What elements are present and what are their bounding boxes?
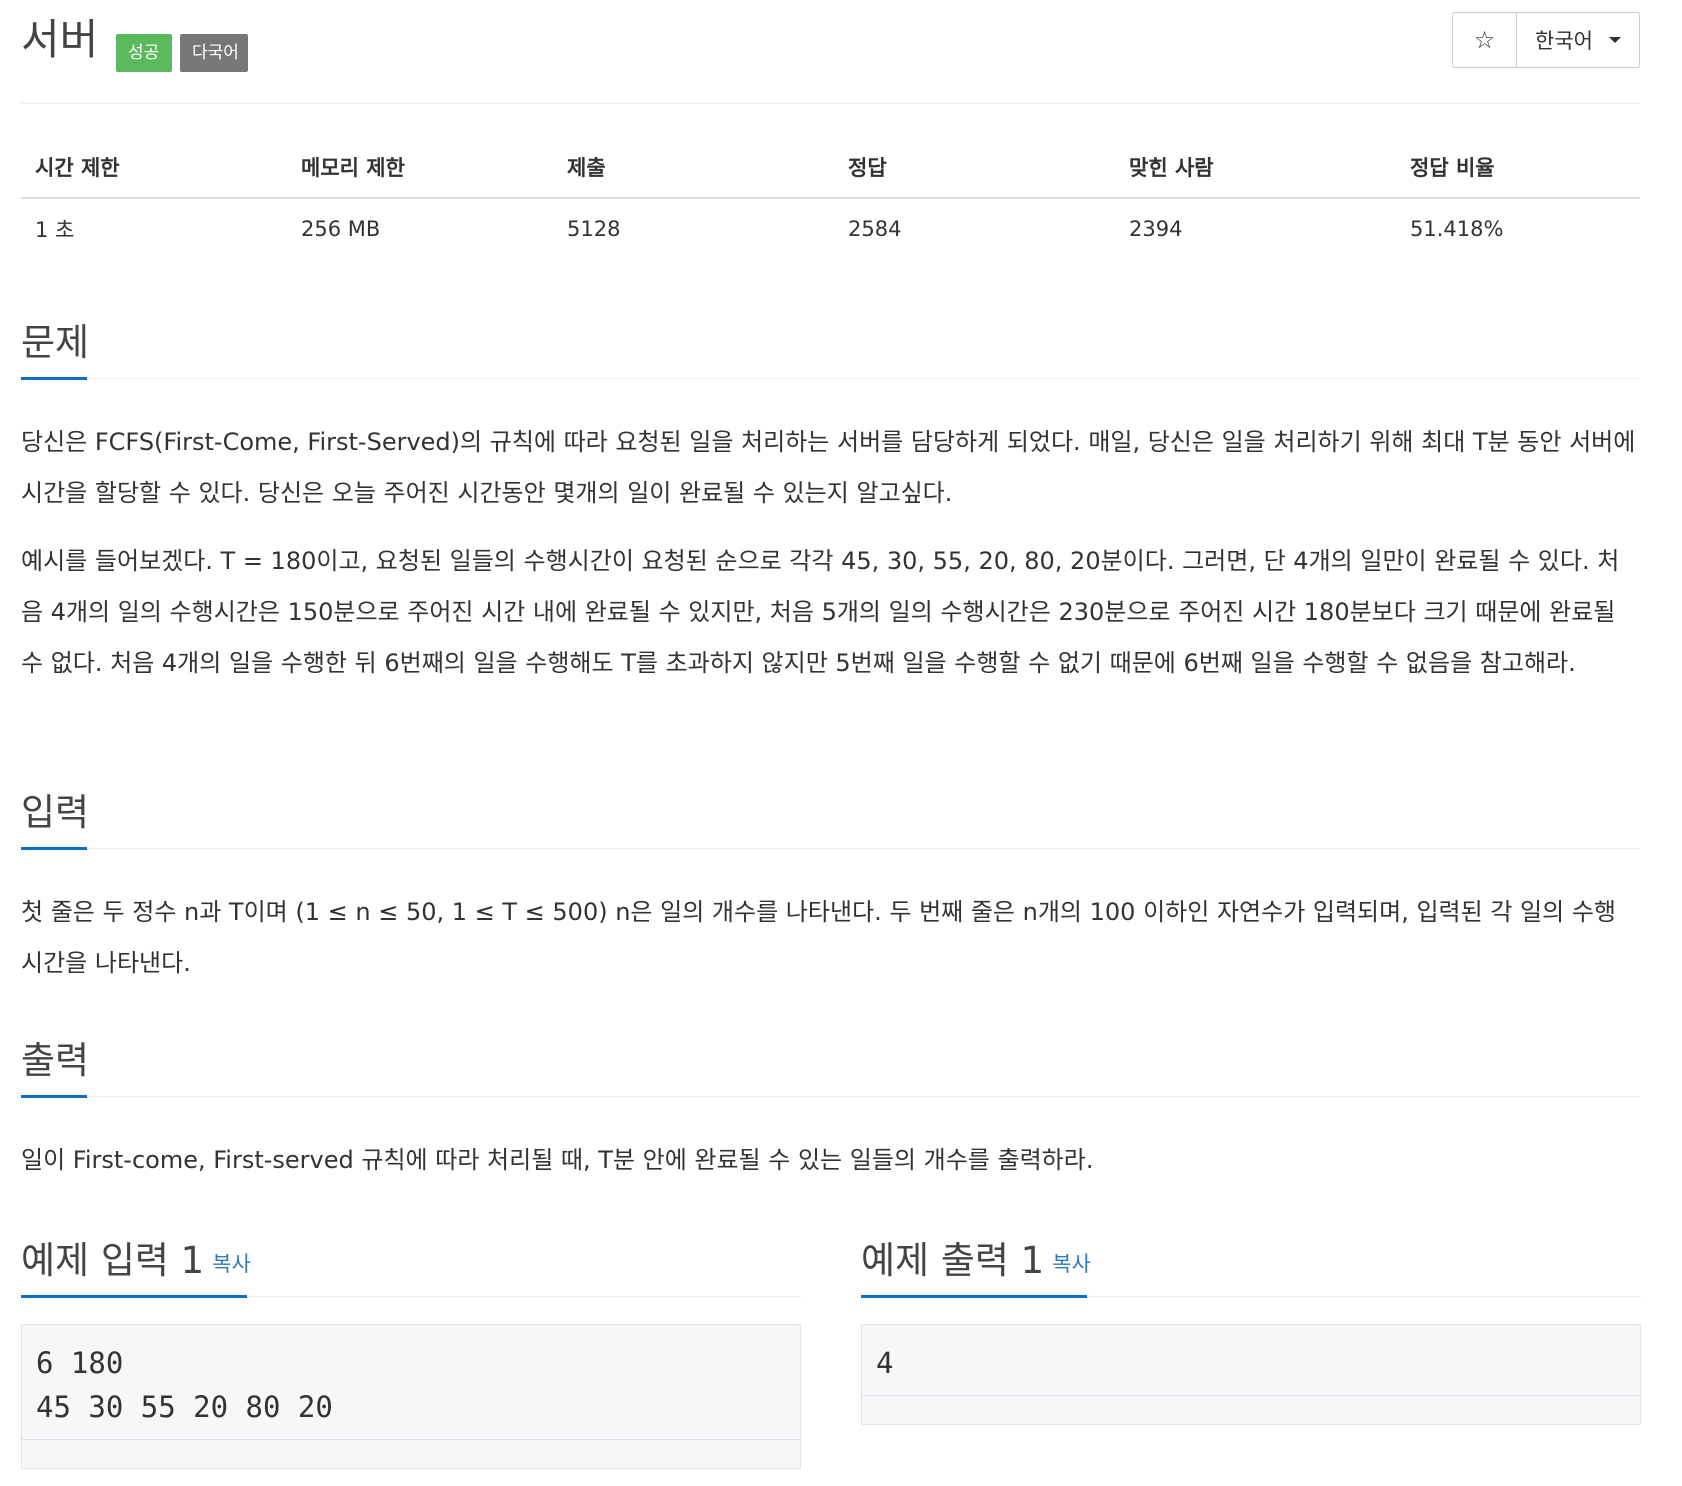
- headline-underline: [21, 1295, 247, 1298]
- output-description: 일이 First-come, First-served 규칙에 따라 처리될 때…: [21, 1146, 1094, 1174]
- language-select-value: 한국어: [1535, 29, 1593, 53]
- headline-underline: [21, 847, 87, 850]
- section-output: 출력 일이 First-come, First-served 규칙에 따라 처리…: [21, 1036, 1640, 1186]
- description-body: 당신은 FCFS(First-Come, First-Served)의 규칙에 …: [21, 417, 1640, 689]
- column-header: 정답 비율: [1396, 137, 1640, 199]
- column-header: 정답: [834, 137, 1115, 199]
- description-paragraph: 당신은 FCFS(First-Come, First-Served)의 규칙에 …: [21, 428, 1636, 507]
- time-limit-cell: 1 초: [35, 218, 75, 242]
- input-description: 첫 줄은 두 정수 n과 T이며 (1 ≤ n ≤ 50, 1 ≤ T ≤ 50…: [21, 898, 1617, 977]
- copy-sample-input-link[interactable]: 복사: [212, 1252, 251, 1276]
- caret-down-icon: [1608, 37, 1621, 43]
- sample-output-box: 4: [861, 1324, 1641, 1425]
- star-icon: ☆: [1473, 26, 1496, 54]
- table-header-row: 시간 제한 메모리 제한 제출 정답 맞힌 사람 정답 비율: [21, 137, 1640, 199]
- section-headline: 문제: [21, 318, 1640, 380]
- divider: [21, 103, 1640, 104]
- column-header: 시간 제한: [21, 137, 287, 199]
- sample-output-data: 4: [876, 1346, 894, 1380]
- header-button-group: ☆ 한국어: [1452, 12, 1640, 68]
- language-dropdown[interactable]: 한국어: [1517, 12, 1640, 68]
- sample-input-section: 예제 입력 1 복사 6 180 45 30 55 20 80 20: [21, 1220, 801, 1469]
- sample-input-box: 6 180 45 30 55 20 80 20: [21, 1324, 801, 1469]
- sample-input-title: 예제 입력 1: [21, 1239, 205, 1282]
- section-headline: 입력: [21, 788, 1640, 850]
- headline-underline: [21, 1095, 87, 1098]
- sample-output-section: 예제 출력 1 복사 4: [861, 1220, 1641, 1425]
- section-title: 문제: [21, 321, 90, 364]
- description-paragraph: 예시를 들어보겠다. T = 180이고, 요청된 일들의 수행시간이 요청된 …: [21, 547, 1620, 677]
- section-description: 문제 당신은 FCFS(First-Come, First-Served)의 규…: [21, 318, 1640, 689]
- section-title: 출력: [21, 1039, 90, 1082]
- column-header: 제출: [553, 137, 834, 199]
- badge-multilang: 다국어: [180, 34, 248, 72]
- memory-limit-cell: 256 MB: [301, 217, 381, 241]
- favorite-button[interactable]: ☆: [1452, 12, 1517, 68]
- section-headline: 출력: [21, 1036, 1640, 1098]
- page-title: 서버: [21, 15, 99, 64]
- section-headline: 예제 출력 1 복사: [861, 1220, 1641, 1298]
- section-title: 예제 입력 1 복사: [21, 1230, 251, 1284]
- status-badge-success: 성공: [116, 34, 172, 72]
- submissions-cell: 5128: [567, 217, 621, 241]
- headline-underline: [861, 1295, 1087, 1298]
- table-row: 1 초 256 MB 5128 2584 2394 51.418%: [21, 198, 1640, 259]
- column-header: 메모리 제한: [287, 137, 553, 199]
- sample-input-data: 6 180 45 30 55 20 80 20: [36, 1346, 333, 1424]
- sample-output-title: 예제 출력 1: [861, 1239, 1045, 1282]
- copy-sample-output-link[interactable]: 복사: [1052, 1252, 1091, 1276]
- column-header: 맞힌 사람: [1115, 137, 1396, 199]
- sample-box-footer: [862, 1395, 1640, 1424]
- sample-box-footer: [22, 1439, 800, 1468]
- accept-ratio-cell: 51.418%: [1410, 217, 1504, 241]
- section-title: 입력: [21, 791, 90, 834]
- accepted-cell: 2584: [848, 217, 902, 241]
- headline-underline: [21, 377, 87, 380]
- section-headline: 예제 입력 1 복사: [21, 1220, 801, 1298]
- section-input: 입력 첫 줄은 두 정수 n과 T이며 (1 ≤ n ≤ 50, 1 ≤ T ≤…: [21, 788, 1640, 989]
- solved-users-cell: 2394: [1129, 217, 1183, 241]
- section-title: 예제 출력 1 복사: [861, 1230, 1091, 1284]
- problem-info-table: 시간 제한 메모리 제한 제출 정답 맞힌 사람 정답 비율 1 초 256 M…: [21, 137, 1640, 259]
